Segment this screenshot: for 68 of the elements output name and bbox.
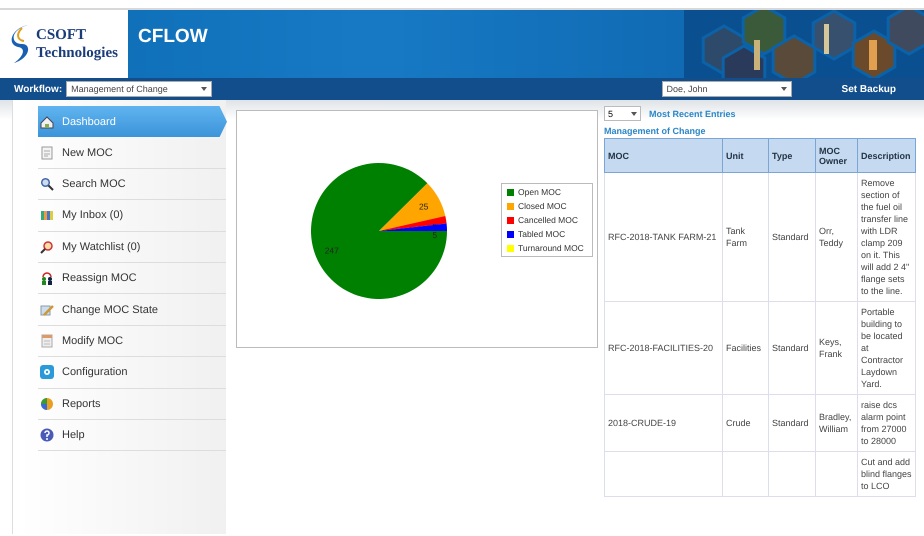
user-dropdown[interactable]: Doe, John — [662, 81, 792, 97]
data-label: 247 — [324, 245, 339, 256]
table-cell: Cut and add blind flanges to LCO — [858, 452, 916, 496]
sidebar-item[interactable]: My Inbox (0) — [38, 200, 226, 232]
help-icon — [40, 428, 54, 442]
logo-text: Technologies — [36, 44, 118, 62]
field-label: Workflow: — [14, 84, 62, 94]
legend-swatch — [507, 202, 514, 210]
sidebar-item[interactable]: Reassign MOC — [38, 262, 226, 294]
form-icon — [40, 334, 54, 348]
caret-icon — [631, 112, 637, 116]
table-cell: Standard — [768, 302, 816, 394]
table-cell: Tank Farm — [722, 172, 768, 302]
sidebar-item[interactable]: New MOC — [38, 137, 226, 169]
caret-icon — [780, 87, 787, 91]
table-cell: Standard — [768, 394, 816, 452]
column-header: MOC Owner — [816, 138, 858, 172]
column-header: Type — [768, 138, 816, 172]
pie-chart-icon — [40, 396, 54, 411]
count-dropdown[interactable]: 5 — [604, 106, 641, 121]
table-title: Management of Change — [604, 126, 707, 136]
sidebar-item[interactable]: Modify MOC — [38, 326, 226, 358]
table-cell: Orr, Teddy — [816, 172, 858, 302]
pencil-icon — [40, 302, 54, 317]
table-cell: Standard — [768, 172, 816, 302]
logo-text: CSOFT — [36, 26, 88, 44]
legend-swatch — [507, 244, 514, 252]
legend-label: Turnaround MOC — [518, 243, 584, 253]
legend-label: Closed MOC — [518, 201, 567, 211]
sidebar-item[interactable]: My Watchlist (0) — [38, 232, 226, 263]
sidebar-item[interactable]: Change MOC State — [38, 294, 226, 326]
table-cell: RFC-2018-TANK FARM-21 — [604, 172, 722, 302]
settings-icon — [40, 365, 54, 380]
legend-label: Open MOC — [518, 187, 561, 197]
table-cell: RFC-2018-FACILITIES-20 — [604, 302, 722, 394]
column-header: Description — [858, 138, 916, 172]
table-cell: Facilities — [722, 302, 768, 394]
legend-label: Cancelled MOC — [518, 215, 578, 225]
table-cell: Bradley, William — [816, 394, 858, 452]
sidebar-item[interactable]: Configuration — [38, 357, 226, 389]
caret-icon — [201, 87, 208, 91]
set-backup-link[interactable]: Set Backup — [842, 84, 896, 94]
column-header: MOC — [604, 138, 722, 172]
table-cell: 2018-CRUDE-19 — [604, 394, 722, 452]
workflow-dropdown[interactable]: Management of Change — [66, 81, 212, 97]
column-header: Unit — [722, 138, 768, 172]
app-title: CFLOW — [138, 26, 208, 49]
table-cell: Remove section of the fuel oil transfer line with LDR clamp 209 on it. This will add 2 4" flange sets to the line. — [858, 172, 916, 302]
legend-swatch — [507, 216, 514, 224]
section-title: Most Recent Entries — [649, 108, 736, 118]
table-cell: raise dcs alarm point from 27000 to 28000 — [858, 394, 916, 452]
magnifier-icon — [40, 240, 54, 254]
binders-icon — [40, 208, 54, 222]
table-cell: Keys, Frank — [816, 302, 858, 394]
sidebar-item[interactable]: Reports — [38, 388, 226, 420]
data-label: 25 — [418, 202, 428, 212]
search-icon — [40, 176, 54, 191]
data-label: 5 — [432, 230, 438, 240]
sidebar-item[interactable]: Help — [38, 420, 226, 452]
table-cell: Crude — [722, 394, 768, 452]
legend-swatch — [507, 230, 514, 238]
home-icon — [40, 114, 54, 129]
table-cell: Portable building to be located at Contractor Laydown Yard. — [858, 302, 916, 394]
legend-label: Tabled MOC — [518, 229, 566, 239]
people-icon — [40, 271, 54, 286]
sidebar-item[interactable]: Search MOC — [38, 168, 226, 200]
document-icon — [40, 146, 54, 160]
legend-swatch — [507, 188, 514, 196]
